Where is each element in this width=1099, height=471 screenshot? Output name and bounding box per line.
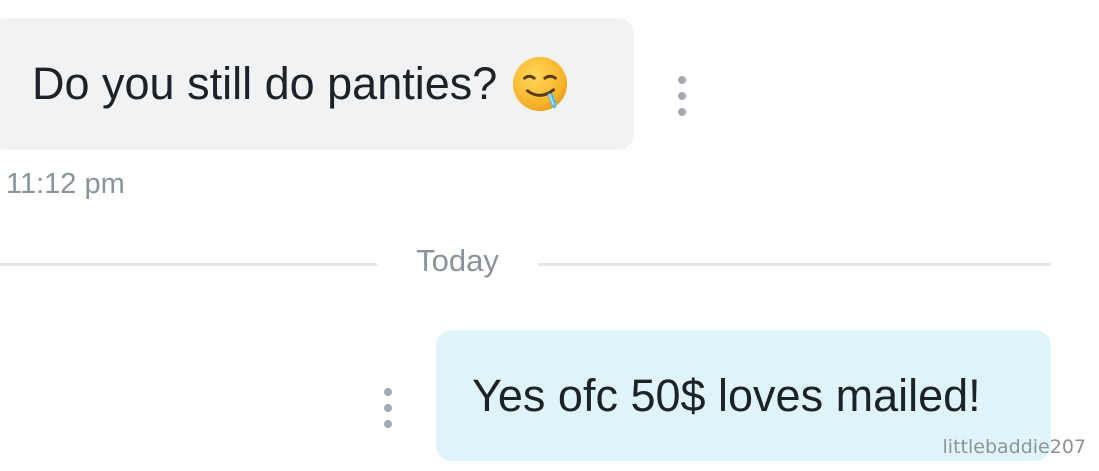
message-options-button[interactable] xyxy=(675,76,689,116)
incoming-message-bubble[interactable]: Do you still do panties? xyxy=(0,18,634,150)
date-divider-line xyxy=(538,263,1051,266)
more-vertical-icon xyxy=(384,388,392,396)
message-timestamp: 11:12 pm xyxy=(6,168,125,200)
more-vertical-icon xyxy=(678,76,686,84)
outgoing-message-text: Yes ofc 50$ loves mailed! xyxy=(472,369,981,421)
message-options-button[interactable] xyxy=(381,388,395,428)
watermark: littlebaddie207 xyxy=(942,436,1086,458)
drooling-face-icon xyxy=(513,56,568,112)
incoming-message-text: Do you still do panties? xyxy=(32,58,498,109)
date-divider-line xyxy=(0,263,377,266)
date-divider-label: Today xyxy=(416,243,499,278)
